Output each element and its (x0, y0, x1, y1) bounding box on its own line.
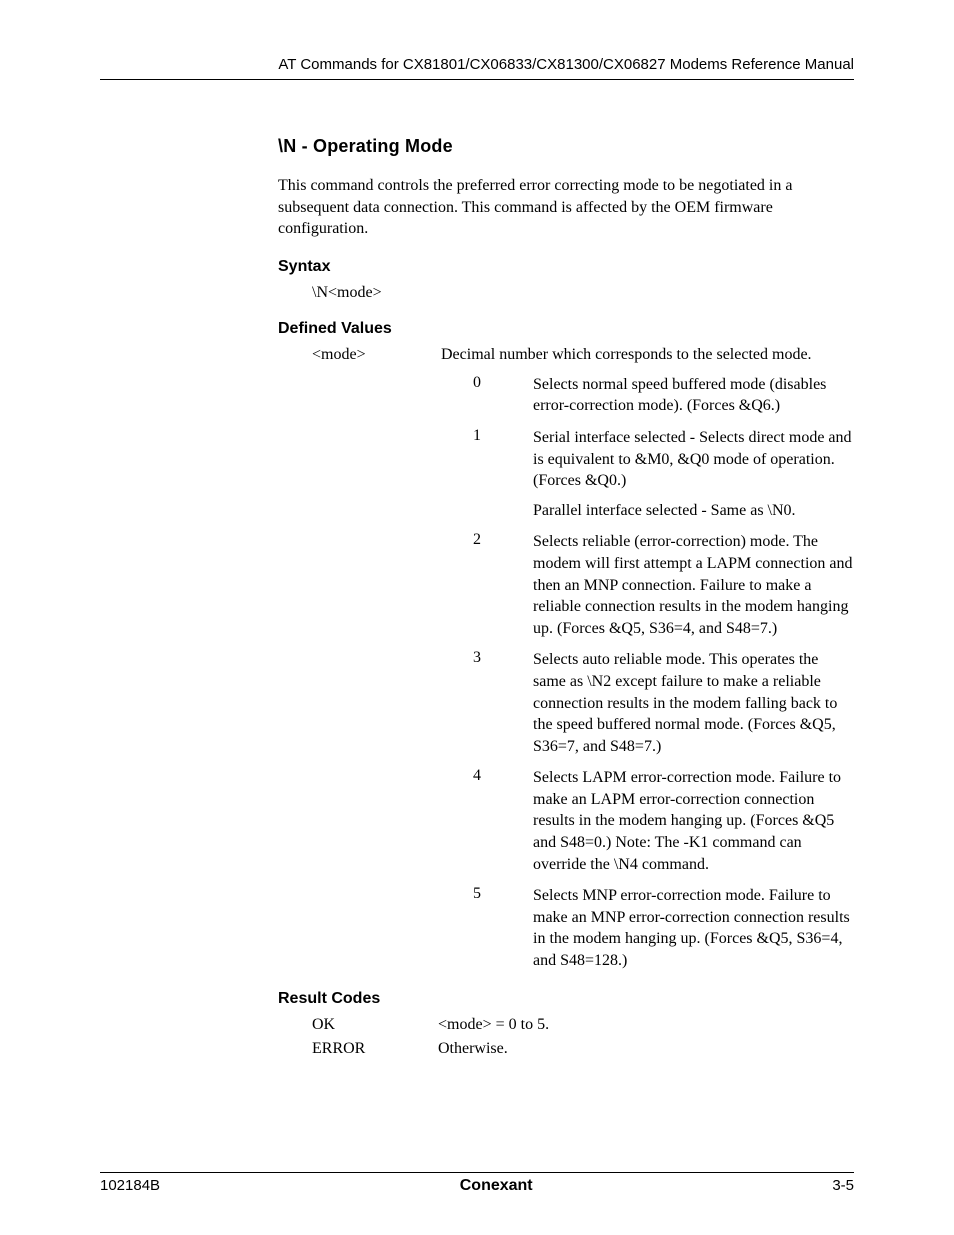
value-key: 1 (278, 427, 533, 445)
result-code-row: ERROR Otherwise. (278, 1040, 854, 1058)
value-text: Selects reliable (error-correction) mode… (533, 531, 854, 639)
value-key: 0 (278, 374, 533, 392)
value-text: Selects LAPM error-correction mode. Fail… (533, 767, 854, 875)
param-desc: Decimal number which corresponds to the … (441, 346, 854, 364)
value-row: 0 Selects normal speed buffered mode (di… (278, 374, 854, 417)
page-footer: 102184B Conexant 3-5 (100, 1172, 854, 1195)
result-codes-heading: Result Codes (278, 990, 854, 1008)
param-row: <mode> Decimal number which corresponds … (278, 346, 854, 364)
value-row: 5 Selects MNP error-correction mode. Fai… (278, 885, 854, 971)
syntax-text: \N<mode> (278, 284, 854, 302)
footer-center: Conexant (460, 1177, 533, 1195)
result-code-key: ERROR (278, 1040, 438, 1058)
running-head: AT Commands for CX81801/CX06833/CX81300/… (100, 56, 854, 80)
page: AT Commands for CX81801/CX06833/CX81300/… (0, 0, 954, 1235)
value-row: 3 Selects auto reliable mode. This opera… (278, 649, 854, 757)
syntax-heading: Syntax (278, 258, 854, 276)
footer-rule (100, 1172, 854, 1173)
content-block: \N - Operating Mode This command control… (100, 80, 854, 1058)
value-row: 1 Serial interface selected - Selects di… (278, 427, 854, 521)
value-key: 4 (278, 767, 533, 785)
result-code-text: <mode> = 0 to 5. (438, 1016, 854, 1034)
param-name: <mode> (278, 346, 441, 364)
defined-values-heading: Defined Values (278, 320, 854, 338)
value-text-extra: Parallel interface selected - Same as \N… (533, 500, 854, 522)
section-intro: This command controls the preferred erro… (278, 175, 854, 240)
value-row: 2 Selects reliable (error-correction) mo… (278, 531, 854, 639)
value-text: Selects normal speed buffered mode (disa… (533, 374, 854, 417)
value-row: 4 Selects LAPM error-correction mode. Fa… (278, 767, 854, 875)
footer-right: 3-5 (832, 1177, 854, 1194)
result-code-row: OK <mode> = 0 to 5. (278, 1016, 854, 1034)
result-code-key: OK (278, 1016, 438, 1034)
value-key: 2 (278, 531, 533, 549)
value-key: 3 (278, 649, 533, 667)
result-code-text: Otherwise. (438, 1040, 854, 1058)
value-text-main: Serial interface selected - Selects dire… (533, 427, 854, 492)
value-text: Selects MNP error-correction mode. Failu… (533, 885, 854, 971)
section-title: \N - Operating Mode (278, 136, 854, 157)
value-text: Selects auto reliable mode. This operate… (533, 649, 854, 757)
footer-left: 102184B (100, 1177, 160, 1194)
value-text: Serial interface selected - Selects dire… (533, 427, 854, 521)
value-key: 5 (278, 885, 533, 903)
